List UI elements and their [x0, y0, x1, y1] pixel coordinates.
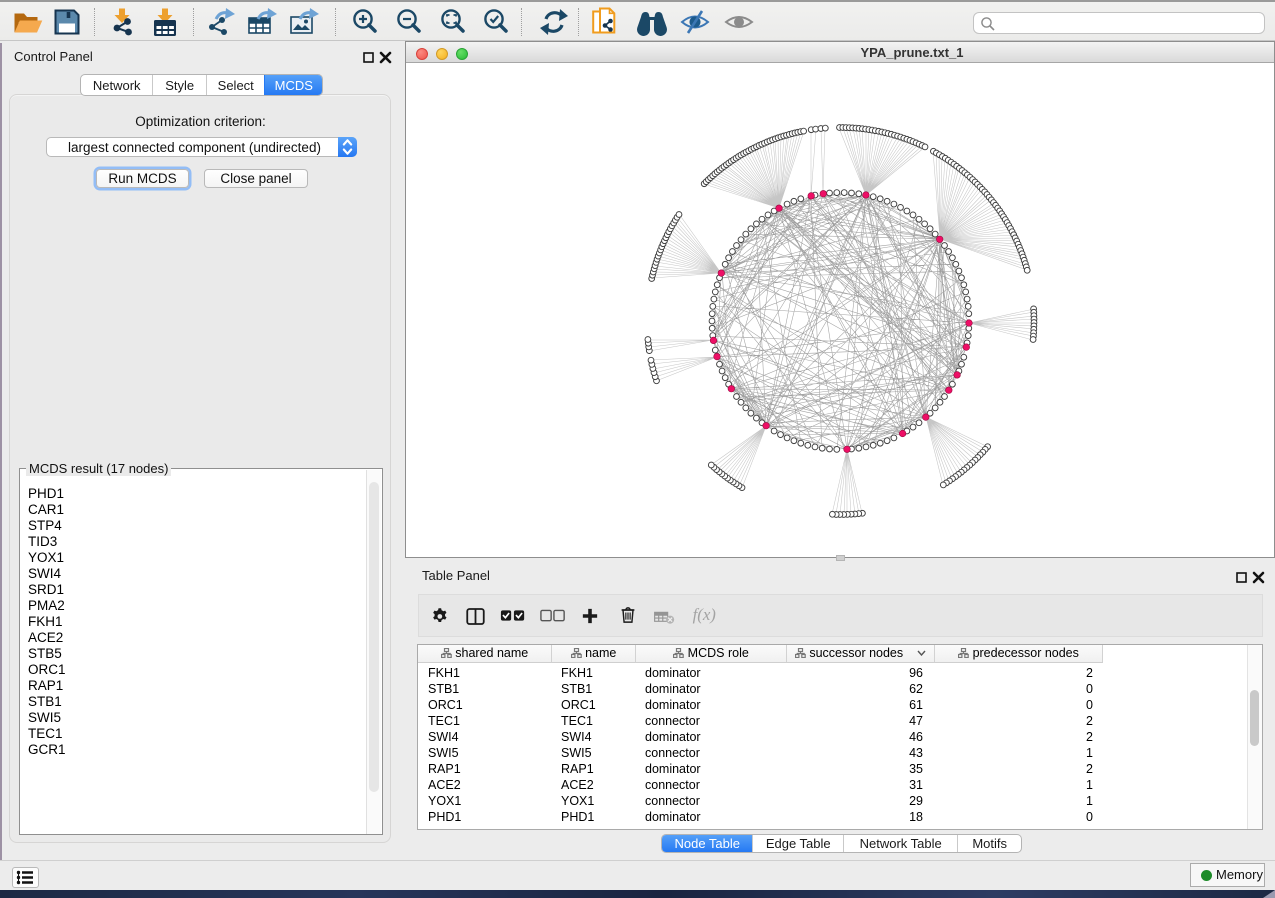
svg-text:f(x): f(x) [693, 605, 717, 624]
